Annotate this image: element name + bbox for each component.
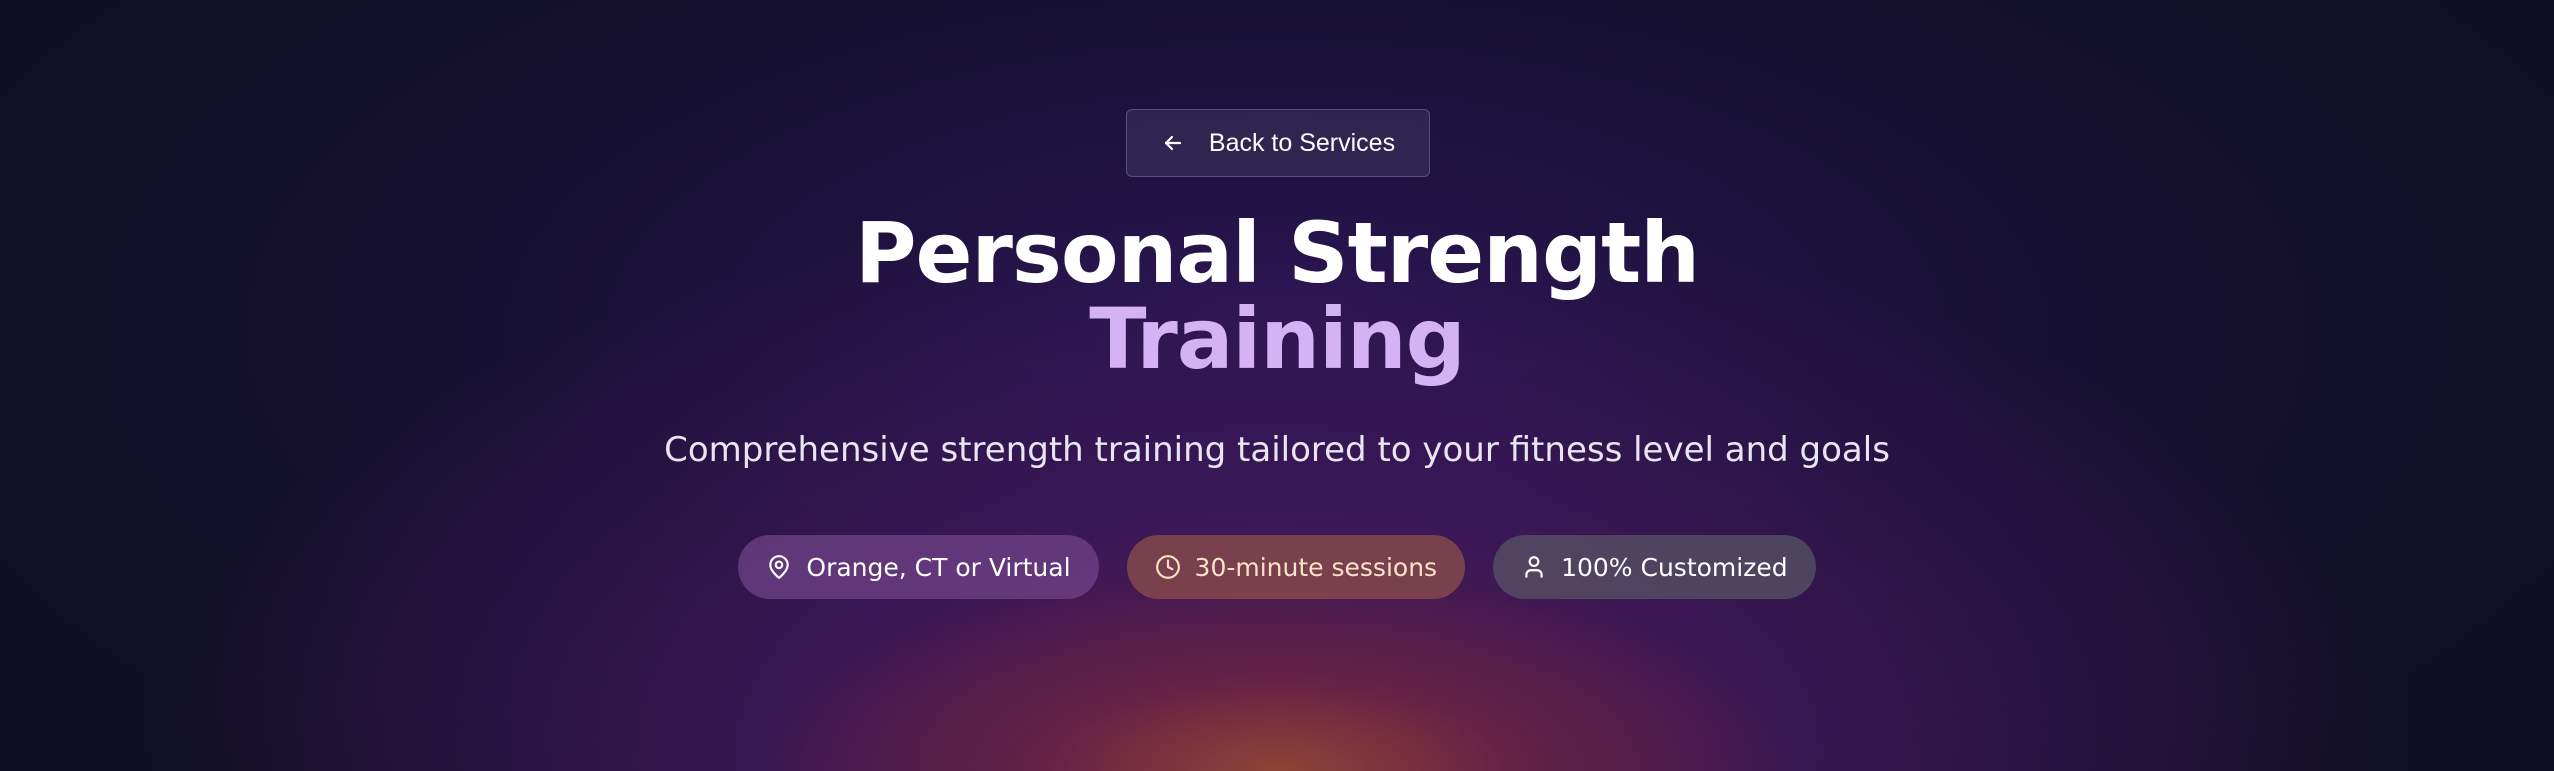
location-badge-label: Orange, CT or Virtual [806,552,1071,582]
duration-badge: 30-minute sessions [1126,535,1466,599]
page-title: Personal Strength Training [0,210,2554,382]
location-badge: Orange, CT or Virtual [738,535,1099,599]
customized-badge-label: 100% Customized [1561,552,1788,582]
arrow-left-icon [1161,131,1185,155]
title-line-2: Training [1089,290,1466,388]
back-button-label: Back to Services [1208,128,1396,157]
clock-icon [1155,554,1181,580]
title-line-1: Personal Strength [854,204,1700,302]
user-icon [1521,554,1547,580]
back-to-services-button[interactable]: Back to Services [1126,109,1430,177]
feature-badges: Orange, CT or Virtual 30-minute sessions… [0,535,2554,599]
map-pin-icon [766,554,792,580]
page-subtitle: Comprehensive strength training tailored… [664,430,1890,470]
duration-badge-label: 30-minute sessions [1194,552,1438,582]
customized-badge: 100% Customized [1493,535,1816,599]
hero-section: Back to Services Personal Strength Train… [0,0,2554,771]
